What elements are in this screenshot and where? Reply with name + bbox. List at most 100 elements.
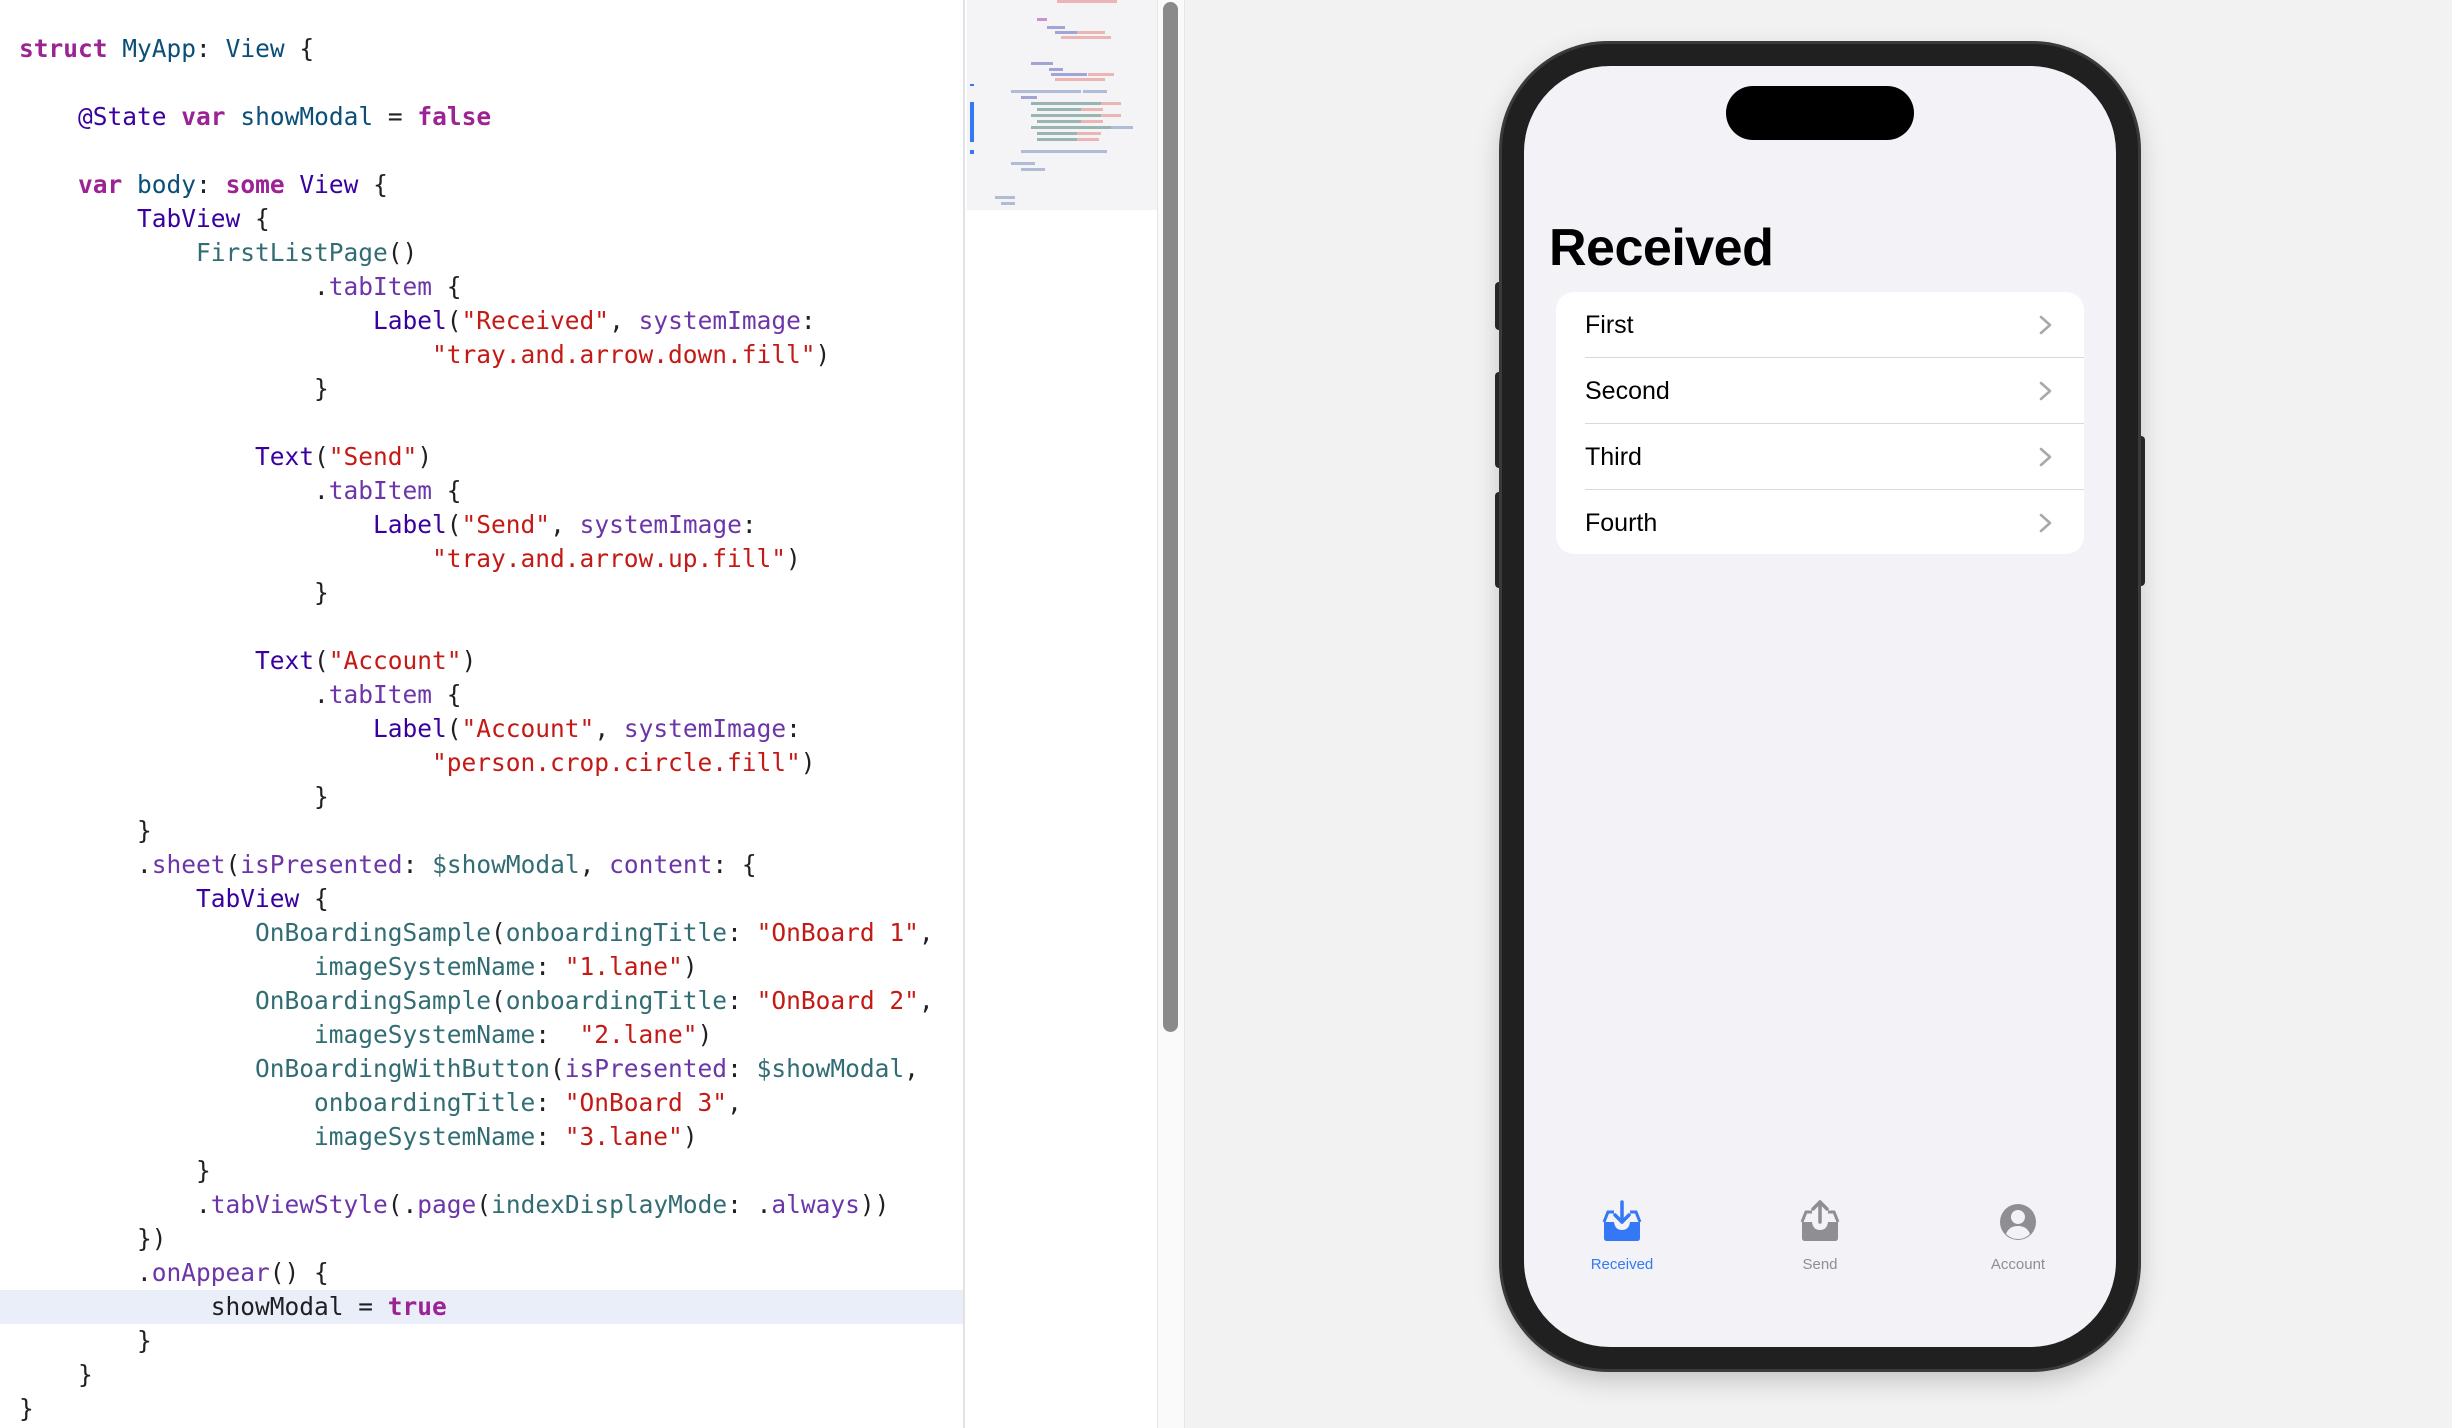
code-token: imageSystemName: [314, 952, 536, 981]
code-line[interactable]: showModal = true: [0, 1290, 963, 1324]
code-token: () {: [269, 1258, 329, 1287]
code-token: "OnBoard 1": [756, 918, 919, 947]
code-line[interactable]: "tray.and.arrow.down.fill"): [0, 338, 963, 372]
code-line[interactable]: Text("Send"): [0, 440, 963, 474]
code-line[interactable]: }: [0, 1358, 963, 1392]
code-line[interactable]: .sheet(isPresented: $showModal, content:…: [0, 848, 963, 882]
code-line[interactable]: }: [0, 780, 963, 814]
code-line[interactable]: }: [0, 576, 963, 610]
code-token: "3.lane": [564, 1122, 683, 1151]
code-line[interactable]: .tabItem {: [0, 270, 963, 304]
code-token: :: [196, 170, 226, 199]
code-line[interactable]: onboardingTitle: "OnBoard 3",: [0, 1086, 963, 1120]
code-line[interactable]: imageSystemName: "3.lane"): [0, 1120, 963, 1154]
code-line[interactable]: OnBoardingSample(onboardingTitle: "OnBoa…: [0, 984, 963, 1018]
code-line-text: }: [19, 1326, 152, 1355]
list-row-fourth[interactable]: Fourth: [1556, 490, 2084, 554]
code-line[interactable]: }: [0, 372, 963, 406]
list-row-label: Second: [1585, 377, 1670, 405]
code-line[interactable]: .tabViewStyle(.page(indexDisplayMode: .a…: [0, 1188, 963, 1222]
code-line[interactable]: .onAppear() {: [0, 1256, 963, 1290]
code-line[interactable]: "tray.and.arrow.up.fill"): [0, 542, 963, 576]
code-token: indexDisplayMode: [491, 1190, 728, 1219]
code-line[interactable]: }): [0, 1222, 963, 1256]
code-token: "person.crop.circle.fill": [432, 748, 801, 777]
code-line[interactable]: imageSystemName: "1.lane"): [0, 950, 963, 984]
code-line[interactable]: OnBoardingSample(onboardingTitle: "OnBoa…: [0, 916, 963, 950]
code-token: onboardingTitle: [505, 986, 728, 1015]
code-token: imageSystemName: [314, 1020, 536, 1049]
code-line-text: }: [19, 1394, 34, 1423]
code-line-text: }): [19, 1224, 167, 1253]
tab-account[interactable]: Account: [1938, 1196, 2098, 1306]
code-token: .: [19, 850, 152, 879]
code-line[interactable]: struct MyApp: View {: [0, 32, 963, 66]
code-line-text: TabView {: [19, 884, 329, 913]
code-line-text: }: [19, 578, 329, 607]
code-token: body: [137, 170, 197, 199]
code-token: :: [535, 1122, 565, 1151]
list: First Second Third Fourth: [1556, 292, 2084, 554]
code-line[interactable]: [0, 610, 963, 644]
code-line[interactable]: }: [0, 1324, 963, 1358]
code-line[interactable]: Label("Received", systemImage:: [0, 304, 963, 338]
code-line-text: var body: some View {: [19, 170, 388, 199]
code-editor[interactable]: struct MyApp: View { @State var showModa…: [0, 0, 963, 1428]
code-token: var: [181, 102, 226, 131]
code-line[interactable]: Text("Account"): [0, 644, 963, 678]
code-token: (: [476, 1190, 492, 1219]
tab-received[interactable]: Received: [1542, 1196, 1702, 1306]
code-line-text: Label("Received", systemImage:: [19, 306, 816, 335]
code-token: ,: [727, 1088, 742, 1117]
code-line[interactable]: [0, 66, 963, 100]
code-line[interactable]: var body: some View {: [0, 168, 963, 202]
code-line[interactable]: }: [0, 1392, 963, 1426]
code-line[interactable]: }: [0, 814, 963, 848]
code-line[interactable]: OnBoardingWithButton(isPresented: $showM…: [0, 1052, 963, 1086]
code-token: OnBoardingSample: [255, 986, 492, 1015]
code-token: ): [786, 544, 801, 573]
code-line-text: imageSystemName: "2.lane"): [19, 1020, 712, 1049]
code-line[interactable]: .tabItem {: [0, 474, 963, 508]
code-token: {: [358, 170, 388, 199]
code-line[interactable]: FirstListPage(): [0, 236, 963, 270]
code-token: (: [491, 918, 506, 947]
code-line[interactable]: @State var showModal = false: [0, 100, 963, 134]
vertical-scrollbar-thumb[interactable]: [1163, 2, 1178, 1032]
code-token: Label: [373, 510, 447, 539]
code-line[interactable]: TabView {: [0, 882, 963, 916]
code-line-text: FirstListPage(): [19, 238, 417, 267]
code-line[interactable]: imageSystemName: "2.lane"): [0, 1018, 963, 1052]
code-line[interactable]: }: [0, 1154, 963, 1188]
code-token: View: [299, 170, 359, 199]
code-token: Label: [373, 714, 447, 743]
tab-label: Account: [1990, 1256, 2046, 1273]
phone-side-button: [2137, 436, 2145, 586]
code-line[interactable]: "person.crop.circle.fill"): [0, 746, 963, 780]
code-token: ,: [918, 986, 934, 1015]
code-line-text: "person.crop.circle.fill"): [19, 748, 816, 777]
code-line[interactable]: Label("Send", systemImage:: [0, 508, 963, 542]
list-row-second[interactable]: Second: [1556, 358, 2084, 424]
tab-send[interactable]: Send: [1740, 1196, 1900, 1306]
code-token: : {: [712, 850, 757, 879]
code-line[interactable]: [0, 134, 963, 168]
code-token: ,: [918, 918, 934, 947]
code-line[interactable]: .tabItem {: [0, 678, 963, 712]
minimap-code-preview: [970, 0, 1133, 205]
tab-bar: Received Send Account: [1524, 1196, 2116, 1306]
code-token: .: [19, 1190, 211, 1219]
code-line[interactable]: TabView {: [0, 202, 963, 236]
code-token: {: [432, 680, 462, 709]
list-row-third[interactable]: Third: [1556, 424, 2084, 490]
list-row-first[interactable]: First: [1556, 292, 2084, 358]
code-line[interactable]: Label("Account", systemImage:: [0, 712, 963, 746]
minimap[interactable]: [963, 0, 1158, 1428]
code-token: =: [373, 102, 418, 131]
code-line[interactable]: [0, 406, 963, 440]
